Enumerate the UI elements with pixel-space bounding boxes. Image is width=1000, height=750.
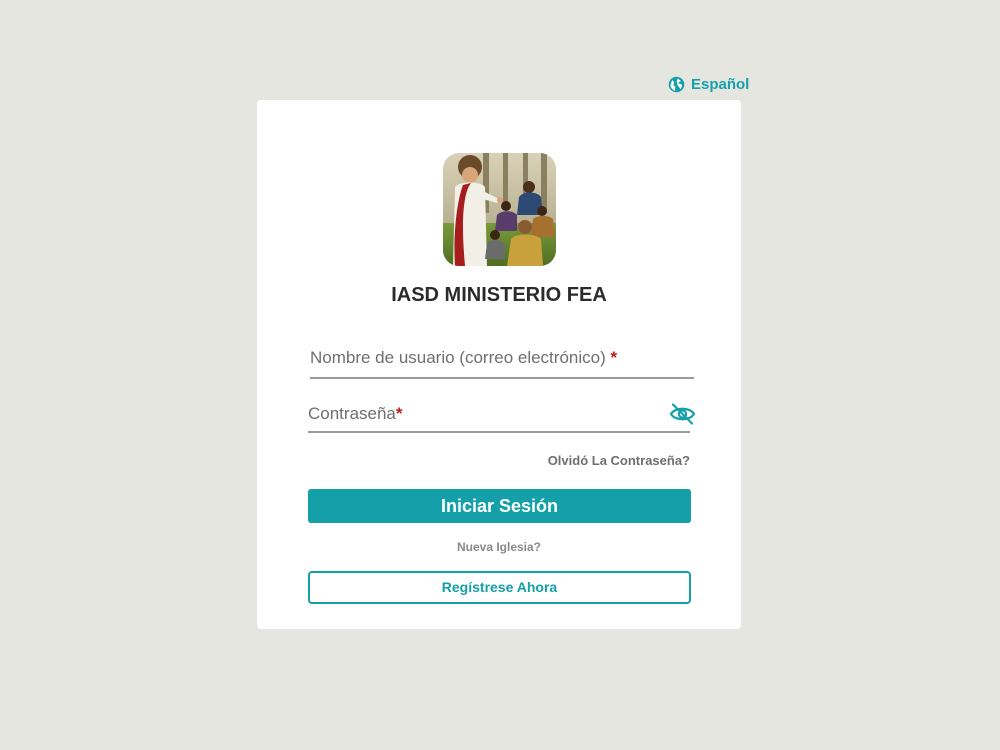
ministry-title: IASD MINISTERIO FEA — [391, 284, 607, 306]
username-field[interactable]: Nombre de usuario (correo electrónico) * — [310, 344, 694, 379]
language-label: Español — [691, 76, 750, 93]
login-card: IASD MINISTERIO FEA Nombre de usuario (c… — [257, 100, 741, 629]
required-marker: * — [610, 348, 618, 367]
ministry-logo — [443, 153, 556, 266]
username-label: Nombre de usuario (correo electrónico) * — [310, 348, 618, 367]
required-marker: * — [395, 404, 403, 423]
globe-icon — [668, 76, 685, 93]
register-button[interactable]: Regístrese Ahora — [308, 571, 691, 604]
language-selector[interactable]: Español — [668, 76, 749, 93]
forgot-password-link[interactable]: Olvidó La Contraseña? — [548, 453, 690, 468]
password-field[interactable]: Contraseña* — [308, 400, 696, 433]
password-label: Contraseña* — [308, 404, 403, 423]
login-button[interactable]: Iniciar Sesión — [308, 489, 691, 523]
eye-off-icon[interactable] — [669, 402, 696, 426]
new-church-text: Nueva Iglesia? — [456, 540, 542, 554]
